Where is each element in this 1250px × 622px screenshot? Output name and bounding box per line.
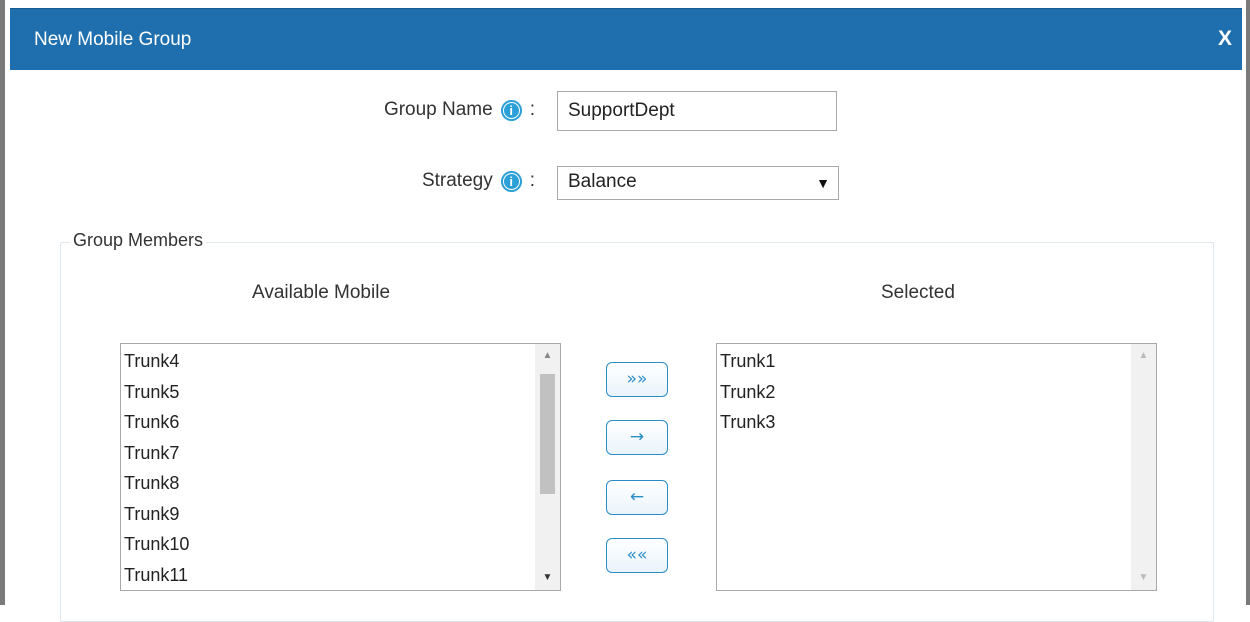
group-name-input[interactable]: [557, 91, 837, 131]
list-item[interactable]: Trunk7: [124, 438, 189, 469]
group-name-colon: :: [529, 99, 535, 120]
list-item[interactable]: Trunk11: [124, 560, 189, 591]
close-button[interactable]: X: [1218, 27, 1232, 51]
selected-scrollbar[interactable]: ▲ ▼: [1131, 344, 1156, 590]
available-items: Trunk4 Trunk5 Trunk6 Trunk7 Trunk8 Trunk9 Trun…: [124, 346, 189, 590]
available-scrollbar[interactable]: ▲ ▼: [535, 344, 560, 590]
selected-title: Selected: [881, 282, 955, 303]
available-mobile-list[interactable]: Trunk4 Trunk5 Trunk6 Trunk7 Trunk8 Trunk9 Trun…: [120, 343, 561, 591]
dialog-title: New Mobile Group: [34, 29, 192, 50]
dialog-titlebar: New Mobile Group X: [10, 8, 1242, 70]
list-item[interactable]: Trunk1: [720, 346, 775, 377]
scroll-thumb[interactable]: [540, 374, 555, 494]
chevron-down-icon: ▼: [816, 175, 830, 191]
scroll-up-icon[interactable]: ▲: [1131, 346, 1156, 366]
group-members-legend: Group Members: [70, 230, 207, 251]
list-item[interactable]: Trunk5: [124, 377, 189, 408]
strategy-row: Strategy i :: [305, 164, 535, 200]
group-name-label-wrap: Group Name i :: [384, 99, 535, 121]
new-mobile-group-dialog: New Mobile Group X Group Name i : Strate…: [0, 0, 1250, 622]
strategy-colon: :: [529, 170, 535, 191]
scroll-up-icon[interactable]: ▲: [535, 346, 560, 366]
scroll-down-icon[interactable]: ▼: [535, 568, 560, 588]
selected-list[interactable]: Trunk1 Trunk2 Trunk3 ▲ ▼: [716, 343, 1157, 591]
strategy-info-icon[interactable]: i: [500, 170, 522, 192]
group-name-label: Group Name: [383, 99, 493, 120]
strategy-label: Strategy: [421, 170, 493, 191]
list-item[interactable]: Trunk2: [720, 377, 775, 408]
list-item[interactable]: Trunk6: [124, 407, 189, 438]
remove-selected-button[interactable]: ←: [606, 480, 668, 515]
strategy-select[interactable]: Balance ▼: [557, 166, 839, 200]
strategy-label-wrap: Strategy i :: [422, 170, 535, 192]
list-item[interactable]: Trunk9: [124, 499, 189, 530]
available-mobile-title: Available Mobile: [252, 282, 391, 303]
group-name-row: Group Name i :: [305, 93, 535, 129]
add-all-button[interactable]: »»: [606, 362, 668, 397]
selected-items: Trunk1 Trunk2 Trunk3: [720, 346, 775, 438]
group-name-info-icon[interactable]: i: [500, 99, 522, 121]
remove-all-button[interactable]: ««: [606, 538, 668, 573]
list-item[interactable]: Trunk4: [124, 346, 189, 377]
list-item[interactable]: Trunk3: [720, 407, 775, 438]
list-item[interactable]: Trunk8: [124, 468, 189, 499]
add-selected-button[interactable]: →: [606, 420, 668, 455]
scroll-down-icon[interactable]: ▼: [1131, 568, 1156, 588]
strategy-selected-value: Balance: [568, 171, 637, 192]
list-item[interactable]: Trunk10: [124, 529, 189, 560]
